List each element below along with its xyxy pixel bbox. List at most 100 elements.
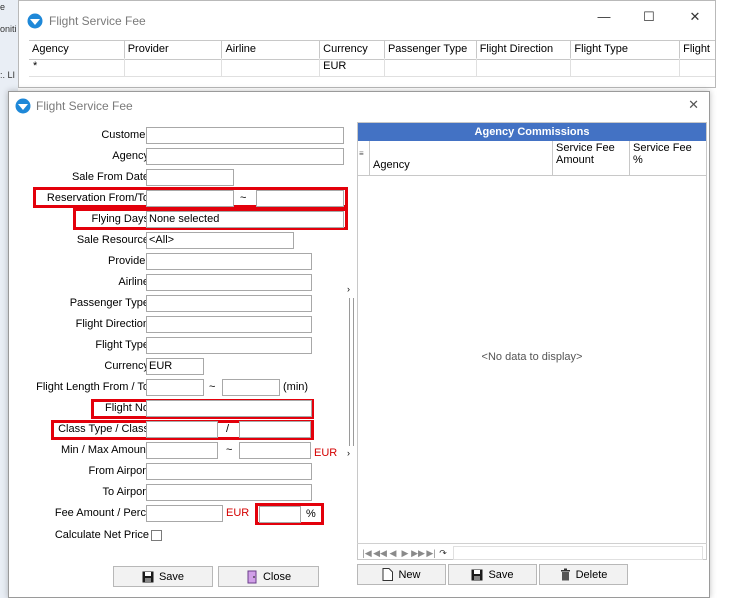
currency-label: Currency — [104, 360, 149, 372]
customer-input[interactable] — [146, 127, 344, 144]
refresh-icon[interactable]: ↷ — [437, 548, 449, 559]
amount-currency: EUR — [314, 447, 338, 459]
column-header[interactable]: Flight Type — [571, 41, 681, 59]
agency-commissions-panel: Agency Commissions ≡ Agency Service Fee … — [357, 122, 707, 560]
last-record-icon[interactable]: ▶| — [425, 548, 437, 559]
table-cell[interactable] — [222, 58, 321, 76]
empty-grid-message: <No data to display> — [481, 351, 583, 363]
delete-button-label: Delete — [575, 568, 608, 581]
flight-type-input[interactable] — [146, 337, 312, 354]
fee-percent-input[interactable] — [259, 506, 301, 523]
table-cell[interactable] — [680, 58, 715, 76]
provider-input[interactable] — [146, 253, 312, 270]
flight-length-from-input[interactable] — [146, 379, 204, 396]
reservation-to-input[interactable] — [256, 190, 344, 207]
table-cell[interactable]: EUR — [320, 58, 385, 76]
flight-direction-label: Flight Direction — [75, 318, 149, 330]
reservation-from-input[interactable] — [146, 190, 234, 207]
flight-no-input[interactable] — [146, 400, 312, 417]
fee-amount-input[interactable] — [146, 505, 223, 522]
flight-direction-input[interactable] — [146, 316, 312, 333]
flight-length-to-input[interactable] — [222, 379, 280, 396]
table-cell[interactable] — [571, 58, 681, 76]
calc-net-price-checkbox[interactable] — [151, 530, 162, 541]
to-airport-input[interactable] — [146, 484, 312, 501]
max-amount-input[interactable] — [239, 442, 311, 459]
trash-icon — [560, 568, 570, 581]
prev-page-icon[interactable]: ◀◀ — [373, 548, 387, 559]
background-window[interactable]: Flight Service Fee — ☐ ✕ Agency Provider… — [18, 0, 716, 88]
new-row-marker: * — [29, 58, 125, 76]
column-header[interactable]: Service Fee Amount — [553, 141, 630, 175]
column-header[interactable]: Agency — [370, 141, 553, 175]
next-record-icon[interactable]: ▶ — [399, 548, 411, 559]
new-button-label: New — [398, 568, 421, 581]
flying-days-select[interactable]: None selected — [146, 211, 344, 228]
column-header[interactable]: Flight Direction — [477, 41, 572, 59]
save-button-label: Save — [158, 570, 185, 583]
class-type-label: Class Type / Class — [58, 423, 149, 435]
dialog-title: Flight Service Fee — [36, 99, 133, 113]
provider-label: Provider — [108, 255, 149, 267]
column-header[interactable]: Agency — [29, 41, 125, 59]
sale-from-date-input[interactable] — [146, 169, 234, 186]
column-header[interactable]: Service Fee % — [630, 141, 706, 175]
close-icon[interactable]: ✕ — [688, 97, 699, 113]
class-type-input[interactable] — [146, 421, 218, 438]
airline-input[interactable] — [146, 274, 312, 291]
sale-resource-select[interactable]: <All> — [146, 232, 294, 249]
commission-save-button[interactable]: Save — [448, 564, 537, 585]
delete-button[interactable]: Delete — [539, 564, 628, 585]
maximize-icon[interactable]: ☐ — [639, 9, 659, 25]
column-header[interactable]: Provider — [125, 41, 223, 59]
app-logo-icon — [15, 98, 31, 114]
commissions-column-headers: ≡ Agency Service Fee Amount Service Fee … — [358, 141, 706, 176]
new-button[interactable]: New — [357, 564, 446, 585]
new-row[interactable]: * EUR — [29, 58, 715, 77]
to-airport-label: To Airport — [102, 486, 149, 498]
next-page-icon[interactable]: ▶▶ — [411, 548, 425, 559]
sale-from-date-label: Sale From Date — [71, 171, 149, 183]
min-amount-input[interactable] — [146, 442, 218, 459]
percent-sign: % — [306, 508, 316, 520]
grid-navigator: |◀ ◀◀ ◀ ▶ ▶▶ ▶| ↷ — [357, 543, 707, 562]
close-icon[interactable]: ✕ — [685, 9, 705, 25]
save-button[interactable]: Save — [113, 566, 213, 587]
table-cell[interactable] — [385, 58, 477, 76]
agency-commissions-title: Agency Commissions — [358, 123, 706, 141]
currency-input[interactable]: EUR — [146, 358, 204, 375]
class-input[interactable] — [239, 421, 311, 438]
horizontal-scrollbar[interactable] — [453, 546, 703, 560]
column-header[interactable]: Currency — [320, 41, 385, 59]
prev-record-icon[interactable]: ◀ — [387, 548, 399, 559]
column-header[interactable]: Passenger Type — [385, 41, 477, 59]
from-airport-label: From Airport — [88, 465, 149, 477]
flight-no-label: Flight No — [104, 402, 149, 414]
customer-label: Customer — [101, 129, 149, 141]
desktop-fragment: :. LI — [0, 70, 16, 80]
column-header[interactable]: Airline — [222, 41, 321, 59]
first-record-icon[interactable]: |◀ — [361, 548, 373, 559]
table-cell[interactable] — [477, 58, 572, 76]
new-document-icon — [382, 568, 394, 581]
close-button[interactable]: Close — [218, 566, 319, 587]
panel-splitter[interactable]: › › — [347, 122, 355, 562]
reservation-label: Reservation From/To — [46, 192, 149, 204]
flight-service-fee-dialog[interactable]: Flight Service Fee ✕ Customer Agency Sal… — [8, 91, 710, 598]
chevron-right-icon: › — [347, 284, 350, 294]
from-airport-input[interactable] — [146, 463, 312, 480]
agency-input[interactable] — [146, 148, 344, 165]
floppy-disk-icon — [471, 569, 483, 580]
class-separator: / — [226, 423, 230, 435]
calc-net-price-label: Calculate Net Price — [54, 529, 149, 541]
flight-type-label: Flight Type — [95, 339, 149, 351]
column-header[interactable]: Flight — [680, 41, 715, 59]
minimize-icon[interactable]: — — [594, 9, 614, 24]
passenger-type-input[interactable] — [146, 295, 312, 312]
commission-save-button-label: Save — [488, 568, 514, 581]
range-separator: ~ — [226, 444, 233, 456]
column-chooser-icon[interactable]: ≡ — [358, 141, 370, 175]
table-cell[interactable] — [125, 58, 223, 76]
flight-length-label: Flight Length From / To — [36, 381, 149, 393]
desktop-fragment: e — [0, 2, 6, 12]
